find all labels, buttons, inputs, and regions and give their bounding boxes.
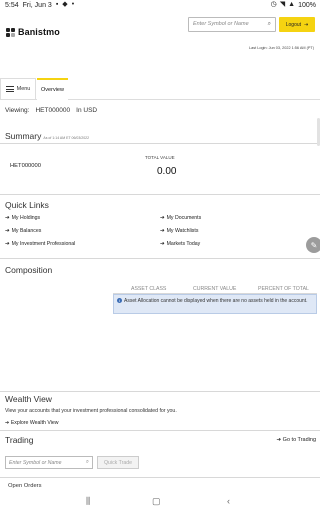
last-login-text: Last Login: Jun 03, 2022 1:56 AM (PT)	[248, 46, 314, 50]
arrow-right-icon: ➔	[5, 215, 10, 221]
battery-level: 100%	[298, 1, 316, 9]
link-label: My Balances	[11, 228, 42, 234]
android-nav-bar: ⫼ ▢ ‹	[0, 492, 320, 512]
link-label: My Holdings	[11, 215, 41, 221]
composition-title: Composition	[5, 265, 53, 275]
link-my-watchlists[interactable]: ➔ My Watchlists	[160, 228, 198, 234]
arrow-right-icon: ➔	[160, 228, 165, 234]
composition-info-message: i Asset Allocation cannot be displayed w…	[113, 294, 317, 314]
signal-icon: ▲	[288, 1, 296, 8]
summary-title: Summary As of 1:14 AM ET 06/03/2022	[5, 131, 89, 141]
nav-tabbar: Menu Overview	[0, 78, 320, 100]
summary-as-of: As of 1:14 AM ET 06/03/2022	[43, 136, 90, 140]
arrow-right-icon: ➔	[160, 241, 165, 247]
link-my-documents[interactable]: ➔ My Documents	[160, 215, 201, 221]
brand-name: Banistmo	[18, 27, 60, 37]
go-to-trading-label: Go to Trading	[282, 437, 316, 443]
recent-apps-icon[interactable]: ⫼	[86, 496, 90, 507]
banistmo-logo-icon	[6, 27, 15, 37]
back-icon[interactable]: ‹	[227, 496, 230, 506]
logout-icon: ⇥	[304, 21, 309, 28]
menu-label: Menu	[16, 86, 31, 92]
notification-icon: ▪	[55, 1, 59, 8]
arrow-right-icon: ➔	[5, 420, 10, 426]
wifi-icon: ◥	[279, 1, 286, 8]
divider	[0, 391, 320, 392]
edit-icon[interactable]: ✎	[306, 237, 320, 253]
col-current-value: CURRENT VALUE	[193, 286, 237, 292]
total-value: 0.00	[157, 166, 177, 177]
wealth-view-title: Wealth View	[5, 394, 52, 404]
hamburger-icon	[5, 86, 14, 92]
arrow-right-icon: ➔	[160, 215, 165, 221]
tab-overview[interactable]: Overview	[37, 78, 68, 100]
search-placeholder: Enter Symbol or Name	[193, 21, 249, 27]
dots-icon: •	[71, 1, 75, 8]
status-bar: 5:54 Fri, Jun 3 ▪ ◆ • ◷ ◥ ▲ 100%	[0, 0, 320, 12]
alarm-icon: ◷	[270, 1, 277, 8]
logout-label: Logout	[285, 21, 302, 28]
trading-title: Trading	[5, 435, 34, 445]
divider	[0, 194, 320, 195]
quick-links-title: Quick Links	[5, 200, 49, 210]
divider	[0, 258, 320, 259]
link-label: My Documents	[166, 215, 202, 221]
link-label: Markets Today	[166, 241, 201, 247]
android-icon: ◆	[62, 1, 68, 8]
arrow-right-icon: ➔	[276, 437, 282, 443]
explore-label: Explore Wealth View	[10, 420, 59, 426]
link-markets-today[interactable]: ➔ Markets Today	[160, 241, 200, 247]
total-value-label: TOTAL VALUE	[145, 155, 175, 160]
info-message-text: Asset Allocation cannot be displayed whe…	[124, 298, 308, 304]
link-my-investment-professional[interactable]: ➔ My Investment Professional	[5, 241, 75, 247]
link-label: My Investment Professional	[11, 241, 76, 247]
summary-account[interactable]: HET000000	[10, 163, 41, 169]
arrow-right-icon: ➔	[5, 228, 10, 234]
status-time: 5:54	[5, 1, 19, 9]
brand-logo[interactable]: Banistmo	[6, 27, 60, 37]
divider	[0, 430, 320, 431]
arrow-right-icon: ➔	[5, 241, 10, 247]
viewing-label: Viewing:	[5, 107, 30, 114]
wealth-view-description: View your accounts that your investment …	[5, 408, 177, 414]
divider	[0, 143, 320, 144]
link-my-holdings[interactable]: ➔ My Holdings	[5, 215, 40, 221]
status-date: Fri, Jun 3	[22, 1, 52, 9]
summary-title-text: Summary	[5, 131, 42, 141]
divider	[0, 477, 320, 478]
viewing-account[interactable]: HET000000	[35, 107, 70, 114]
menu-button[interactable]: Menu	[0, 78, 36, 100]
col-asset-class: ASSET CLASS	[131, 286, 167, 292]
trading-symbol-search-input[interactable]: Enter Symbol or Name ⌕	[5, 456, 93, 469]
search-icon[interactable]: ⌕	[268, 21, 271, 28]
link-label: My Watchlists	[166, 228, 199, 234]
go-to-trading-link[interactable]: ➔ Go to Trading	[277, 437, 316, 443]
search-icon[interactable]: ⌕	[86, 459, 89, 466]
link-my-balances[interactable]: ➔ My Balances	[5, 228, 41, 234]
search-placeholder: Enter Symbol or Name	[9, 460, 62, 466]
viewing-row: Viewing: HET000000 In USD	[5, 107, 97, 114]
info-icon: i	[117, 298, 122, 303]
symbol-search-input[interactable]: Enter Symbol or Name ⌕	[188, 17, 276, 32]
logout-button[interactable]: Logout ⇥	[279, 17, 315, 32]
explore-wealth-view-link[interactable]: ➔ Explore Wealth View	[5, 420, 59, 426]
col-percent-of-total: PERCENT OF TOTAL	[258, 286, 309, 292]
quick-trade-button[interactable]: Quick Trade	[97, 456, 139, 469]
viewing-currency: In USD	[76, 107, 98, 114]
open-orders-title: Open Orders	[8, 483, 42, 489]
home-icon[interactable]: ▢	[152, 496, 161, 507]
